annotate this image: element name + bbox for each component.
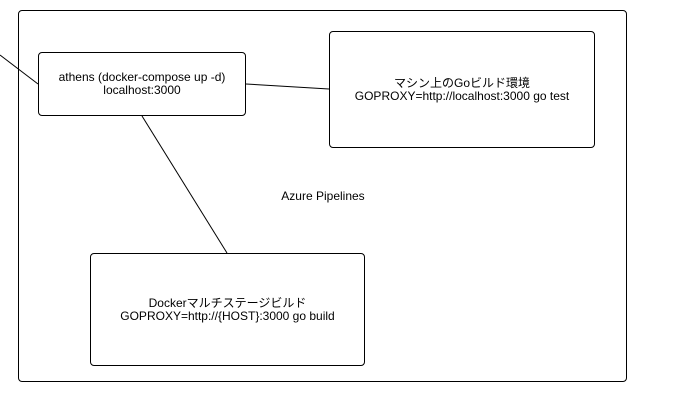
local-build-node-title: マシン上のGoビルド環境 (393, 75, 530, 90)
docker-build-node: Dockerマルチステージビルド GOPROXY=http://{HOST}:3… (90, 253, 365, 366)
azure-pipelines-label: Azure Pipelines (281, 189, 365, 203)
local-build-node: マシン上のGoビルド環境 GOPROXY=http://localhost:30… (329, 31, 595, 148)
docker-build-node-command: GOPROXY=http://{HOST}:3000 go build (120, 308, 335, 323)
local-build-node-command: GOPROXY=http://localhost:3000 go test (354, 88, 570, 103)
docker-build-node-title: Dockerマルチステージビルド (148, 295, 307, 310)
athens-node-address: localhost:3000 (103, 83, 181, 97)
athens-node: athens (docker-compose up -d) localhost:… (38, 52, 246, 116)
